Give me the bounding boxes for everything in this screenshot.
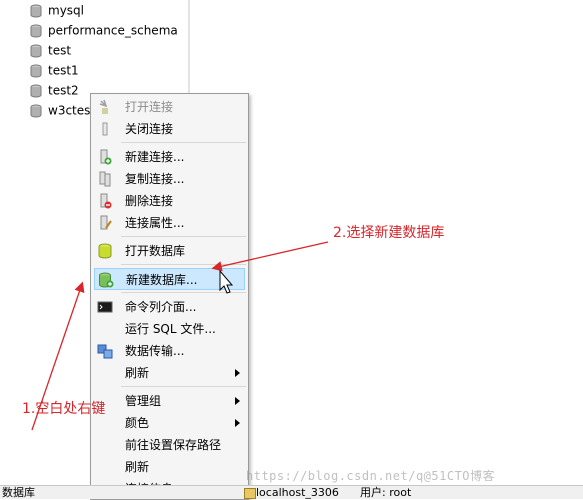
database-icon <box>30 24 42 37</box>
annotation-step2: 2.选择新建数据库 <box>333 225 445 241</box>
menu-separator <box>121 292 246 293</box>
menu-item-color[interactable]: 颜色 <box>91 412 248 434</box>
menu-item-new-database[interactable]: 新建数据库... <box>94 268 245 290</box>
menu-separator <box>121 142 246 143</box>
tree-item-mysql[interactable]: mysql <box>30 0 84 20</box>
database-icon <box>30 104 42 117</box>
connection-status-icon <box>244 488 256 499</box>
tree-item-test1[interactable]: test1 <box>30 60 79 80</box>
status-object-type: 数据库 <box>2 486 35 499</box>
console-icon <box>97 301 113 313</box>
menu-item-new-connection[interactable]: 新建连接... <box>91 146 248 168</box>
open-database-icon <box>98 243 112 259</box>
database-icon <box>30 4 42 17</box>
database-icon <box>30 44 42 57</box>
menu-item-manage-group[interactable]: 管理组 <box>91 390 248 412</box>
menu-item-open-database[interactable]: 打开数据库 <box>91 240 248 262</box>
new-connection-icon <box>100 149 112 165</box>
menu-item-refresh[interactable]: 刷新 <box>91 456 248 478</box>
menu-item-copy-connection[interactable]: 复制连接... <box>91 168 248 190</box>
status-connection: localhost_3306 <box>256 486 339 499</box>
tree-item-performance-schema[interactable]: performance_schema <box>30 20 178 40</box>
tree-item-label: mysql <box>48 3 84 18</box>
menu-separator <box>121 264 246 265</box>
status-user: 用户: root <box>360 486 412 499</box>
menu-item-data-transfer[interactable]: 数据传输... <box>91 340 248 362</box>
menu-item-command-line[interactable]: 命令列介面... <box>91 296 248 318</box>
connection-properties-icon <box>100 215 112 230</box>
tree-item-test[interactable]: test <box>30 40 71 60</box>
annotation-step1: 1.空白处右键 <box>22 401 106 417</box>
tree-item-label: test2 <box>48 83 79 98</box>
context-menu: 打开连接 关闭连接 新建连接... 复制连接... 删除连接 连接属性... 打… <box>90 93 249 500</box>
menu-item-refresh-submenu[interactable]: 刷新 <box>91 362 248 384</box>
tree-item-w3ctes[interactable]: w3ctes <box>30 100 90 120</box>
tree-item-label: test1 <box>48 63 79 78</box>
tree-item-label: w3ctes <box>48 103 91 118</box>
menu-item-open-connection[interactable]: 打开连接 <box>91 96 248 118</box>
menu-item-goto-save-path[interactable]: 前往设置保存路径 <box>91 434 248 456</box>
menu-item-connection-properties[interactable]: 连接属性... <box>91 212 248 234</box>
status-bar: 数据库 localhost_3306 用户: root <box>0 485 583 499</box>
tree-item-label: test <box>48 43 72 58</box>
menu-item-delete-connection[interactable]: 删除连接 <box>91 190 248 212</box>
menu-separator <box>121 386 246 387</box>
database-icon <box>30 84 42 97</box>
submenu-arrow-icon <box>235 419 240 427</box>
menu-item-run-sql-file[interactable]: 运行 SQL 文件... <box>91 318 248 340</box>
database-icon <box>30 64 42 77</box>
new-database-icon <box>99 272 114 288</box>
tree-item-test2[interactable]: test2 <box>30 80 79 100</box>
tree-item-label: performance_schema <box>48 23 178 38</box>
close-connection-icon <box>102 122 108 136</box>
copy-connection-icon <box>99 171 111 187</box>
open-connection-icon <box>99 99 108 114</box>
submenu-arrow-icon <box>235 369 240 377</box>
watermark: https://blog.csdn.net/q@51CTO博客 <box>246 469 496 483</box>
data-transfer-icon <box>97 344 113 359</box>
delete-connection-icon <box>100 193 112 209</box>
menu-separator <box>121 236 246 237</box>
submenu-arrow-icon <box>235 397 240 405</box>
menu-item-close-connection[interactable]: 关闭连接 <box>91 118 248 140</box>
